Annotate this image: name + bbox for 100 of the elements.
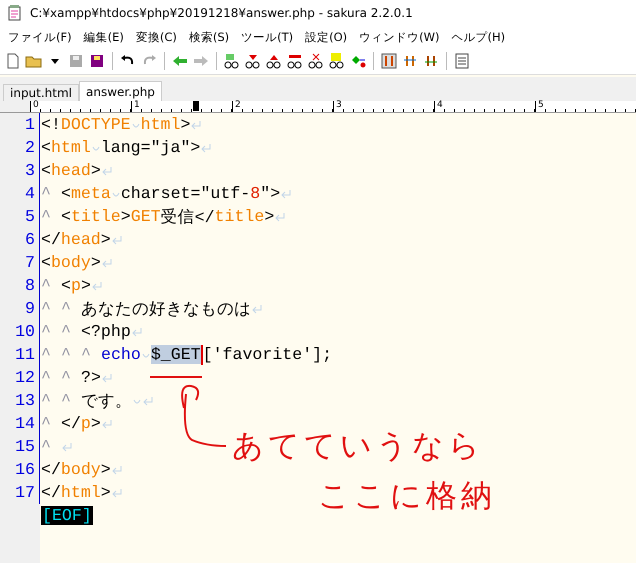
line-number: 13 bbox=[0, 389, 40, 412]
code-text: charset="utf- bbox=[120, 184, 250, 203]
line-number: 11 bbox=[0, 343, 40, 366]
code-text: <?php bbox=[81, 322, 131, 341]
search-icon[interactable] bbox=[223, 52, 241, 70]
tab-mark: ^ bbox=[81, 345, 92, 364]
find-down-icon[interactable] bbox=[244, 52, 262, 70]
code-text: です。 bbox=[81, 390, 132, 412]
code-text: ?> bbox=[81, 368, 101, 387]
code-text: html bbox=[140, 115, 180, 134]
code-text: < bbox=[61, 276, 71, 295]
code-text: </ bbox=[41, 483, 61, 502]
tab-mark: ^ bbox=[41, 437, 52, 456]
tab-mark: ^ bbox=[41, 299, 52, 318]
code-text: GET bbox=[130, 207, 161, 226]
code-text: </ bbox=[41, 460, 61, 479]
list-icon[interactable] bbox=[453, 52, 471, 70]
menu-item[interactable]: 編集(E) bbox=[78, 30, 130, 44]
window-title: C:¥xampp¥htdocs¥php¥20191218¥answer.php - sakura 2.2.0.1 bbox=[30, 6, 413, 20]
code-text: あなたの好きなものは bbox=[81, 298, 251, 320]
code-text: > bbox=[120, 207, 131, 226]
code-text: p bbox=[70, 276, 81, 295]
tab-mark: ^ bbox=[41, 207, 52, 226]
line-number: 15 bbox=[0, 435, 40, 458]
code-text: > bbox=[100, 460, 111, 479]
ruler-label: 0 bbox=[33, 101, 39, 110]
code-text: < bbox=[61, 184, 71, 203]
selected-code-text: $_GET bbox=[150, 345, 201, 364]
line-number: 8 bbox=[0, 274, 40, 297]
code-text: > bbox=[90, 253, 101, 272]
code-text: head bbox=[60, 230, 101, 249]
code-text: 受信</ bbox=[160, 206, 215, 228]
handwritten-note: ここに格納 bbox=[318, 477, 496, 516]
handwritten-note: あてていうなら bbox=[232, 427, 484, 466]
line-number: 3 bbox=[0, 159, 40, 182]
line-number: 16 bbox=[0, 458, 40, 481]
tab-mark: ^ bbox=[41, 345, 52, 364]
code-text: > bbox=[264, 207, 274, 226]
code-text: "> bbox=[260, 184, 280, 203]
file-tab[interactable]: answer.php bbox=[79, 81, 162, 101]
code-text: > bbox=[80, 276, 91, 295]
line-number: 5 bbox=[0, 205, 40, 228]
save-all-icon[interactable] bbox=[88, 52, 106, 70]
code-text: title bbox=[214, 207, 264, 226]
settings-icon[interactable] bbox=[380, 52, 398, 70]
code-text: head bbox=[50, 161, 91, 180]
menu-item[interactable]: 検索(S) bbox=[182, 30, 236, 44]
line-number: 9 bbox=[0, 297, 40, 320]
ruler-label: 5 bbox=[538, 101, 544, 110]
menu-item[interactable]: ヘルプ(H) bbox=[446, 30, 512, 44]
code-text: > bbox=[90, 161, 101, 180]
tab-mark: ^ bbox=[61, 345, 72, 364]
tab-mark: ^ bbox=[41, 368, 52, 387]
tab-mark: ^ bbox=[61, 322, 72, 341]
clear-marks-icon[interactable] bbox=[307, 52, 325, 70]
tab-mark: ^ bbox=[41, 276, 52, 295]
notepad-icon bbox=[8, 5, 22, 21]
line-number: 17 bbox=[0, 481, 40, 504]
tab-mark: ^ bbox=[61, 368, 72, 387]
tab-mark: ^ bbox=[61, 391, 72, 410]
tab-mark: ^ bbox=[61, 299, 72, 318]
code-text: body bbox=[50, 253, 91, 272]
code-text: > bbox=[180, 115, 190, 134]
line-number: 7 bbox=[0, 251, 40, 274]
ruler-label: 2 bbox=[235, 101, 241, 110]
code-text: > bbox=[100, 230, 111, 249]
tab-mark: ^ bbox=[41, 414, 52, 433]
line-number: 6 bbox=[0, 228, 40, 251]
menu-item[interactable]: ファイル(F) bbox=[2, 30, 78, 44]
replace-icon[interactable] bbox=[286, 52, 304, 70]
ruler-label: 1 bbox=[134, 101, 140, 110]
menu-item[interactable]: 変換(C) bbox=[130, 30, 183, 44]
ruler-label: 3 bbox=[336, 101, 342, 110]
file-tab[interactable]: input.html bbox=[3, 84, 80, 101]
code-text: html bbox=[50, 138, 91, 157]
code-text: lang="ja"> bbox=[100, 138, 200, 157]
text-cursor bbox=[200, 344, 203, 364]
code-text: </ bbox=[41, 230, 61, 249]
menu-item[interactable]: 設定(O) bbox=[299, 30, 354, 44]
ruler-caret bbox=[193, 101, 199, 111]
eof-marker: [EOF] bbox=[41, 506, 93, 525]
grep-icon[interactable] bbox=[328, 52, 346, 70]
code-text: html bbox=[60, 483, 101, 502]
code-text: DOCTYPE bbox=[60, 115, 131, 134]
tab-mark: ^ bbox=[41, 184, 52, 203]
code-text: body bbox=[60, 460, 101, 479]
code-text: title bbox=[70, 207, 121, 226]
code-text: < bbox=[41, 138, 51, 157]
tab-mark: ^ bbox=[41, 391, 52, 410]
line-number: 1 bbox=[0, 113, 40, 136]
menu-item[interactable]: ツール(T) bbox=[235, 30, 300, 44]
code-text: 8 bbox=[250, 184, 260, 203]
line-number: 10 bbox=[0, 320, 40, 343]
code-text: ['favorite']; bbox=[202, 345, 332, 364]
menu-item[interactable]: ウィンドウ(W) bbox=[353, 30, 446, 44]
code-text: < bbox=[61, 207, 71, 226]
line-number: 14 bbox=[0, 412, 40, 435]
line-number: 12 bbox=[0, 366, 40, 389]
line-number: 2 bbox=[0, 136, 40, 159]
code-text: </ bbox=[61, 414, 81, 433]
